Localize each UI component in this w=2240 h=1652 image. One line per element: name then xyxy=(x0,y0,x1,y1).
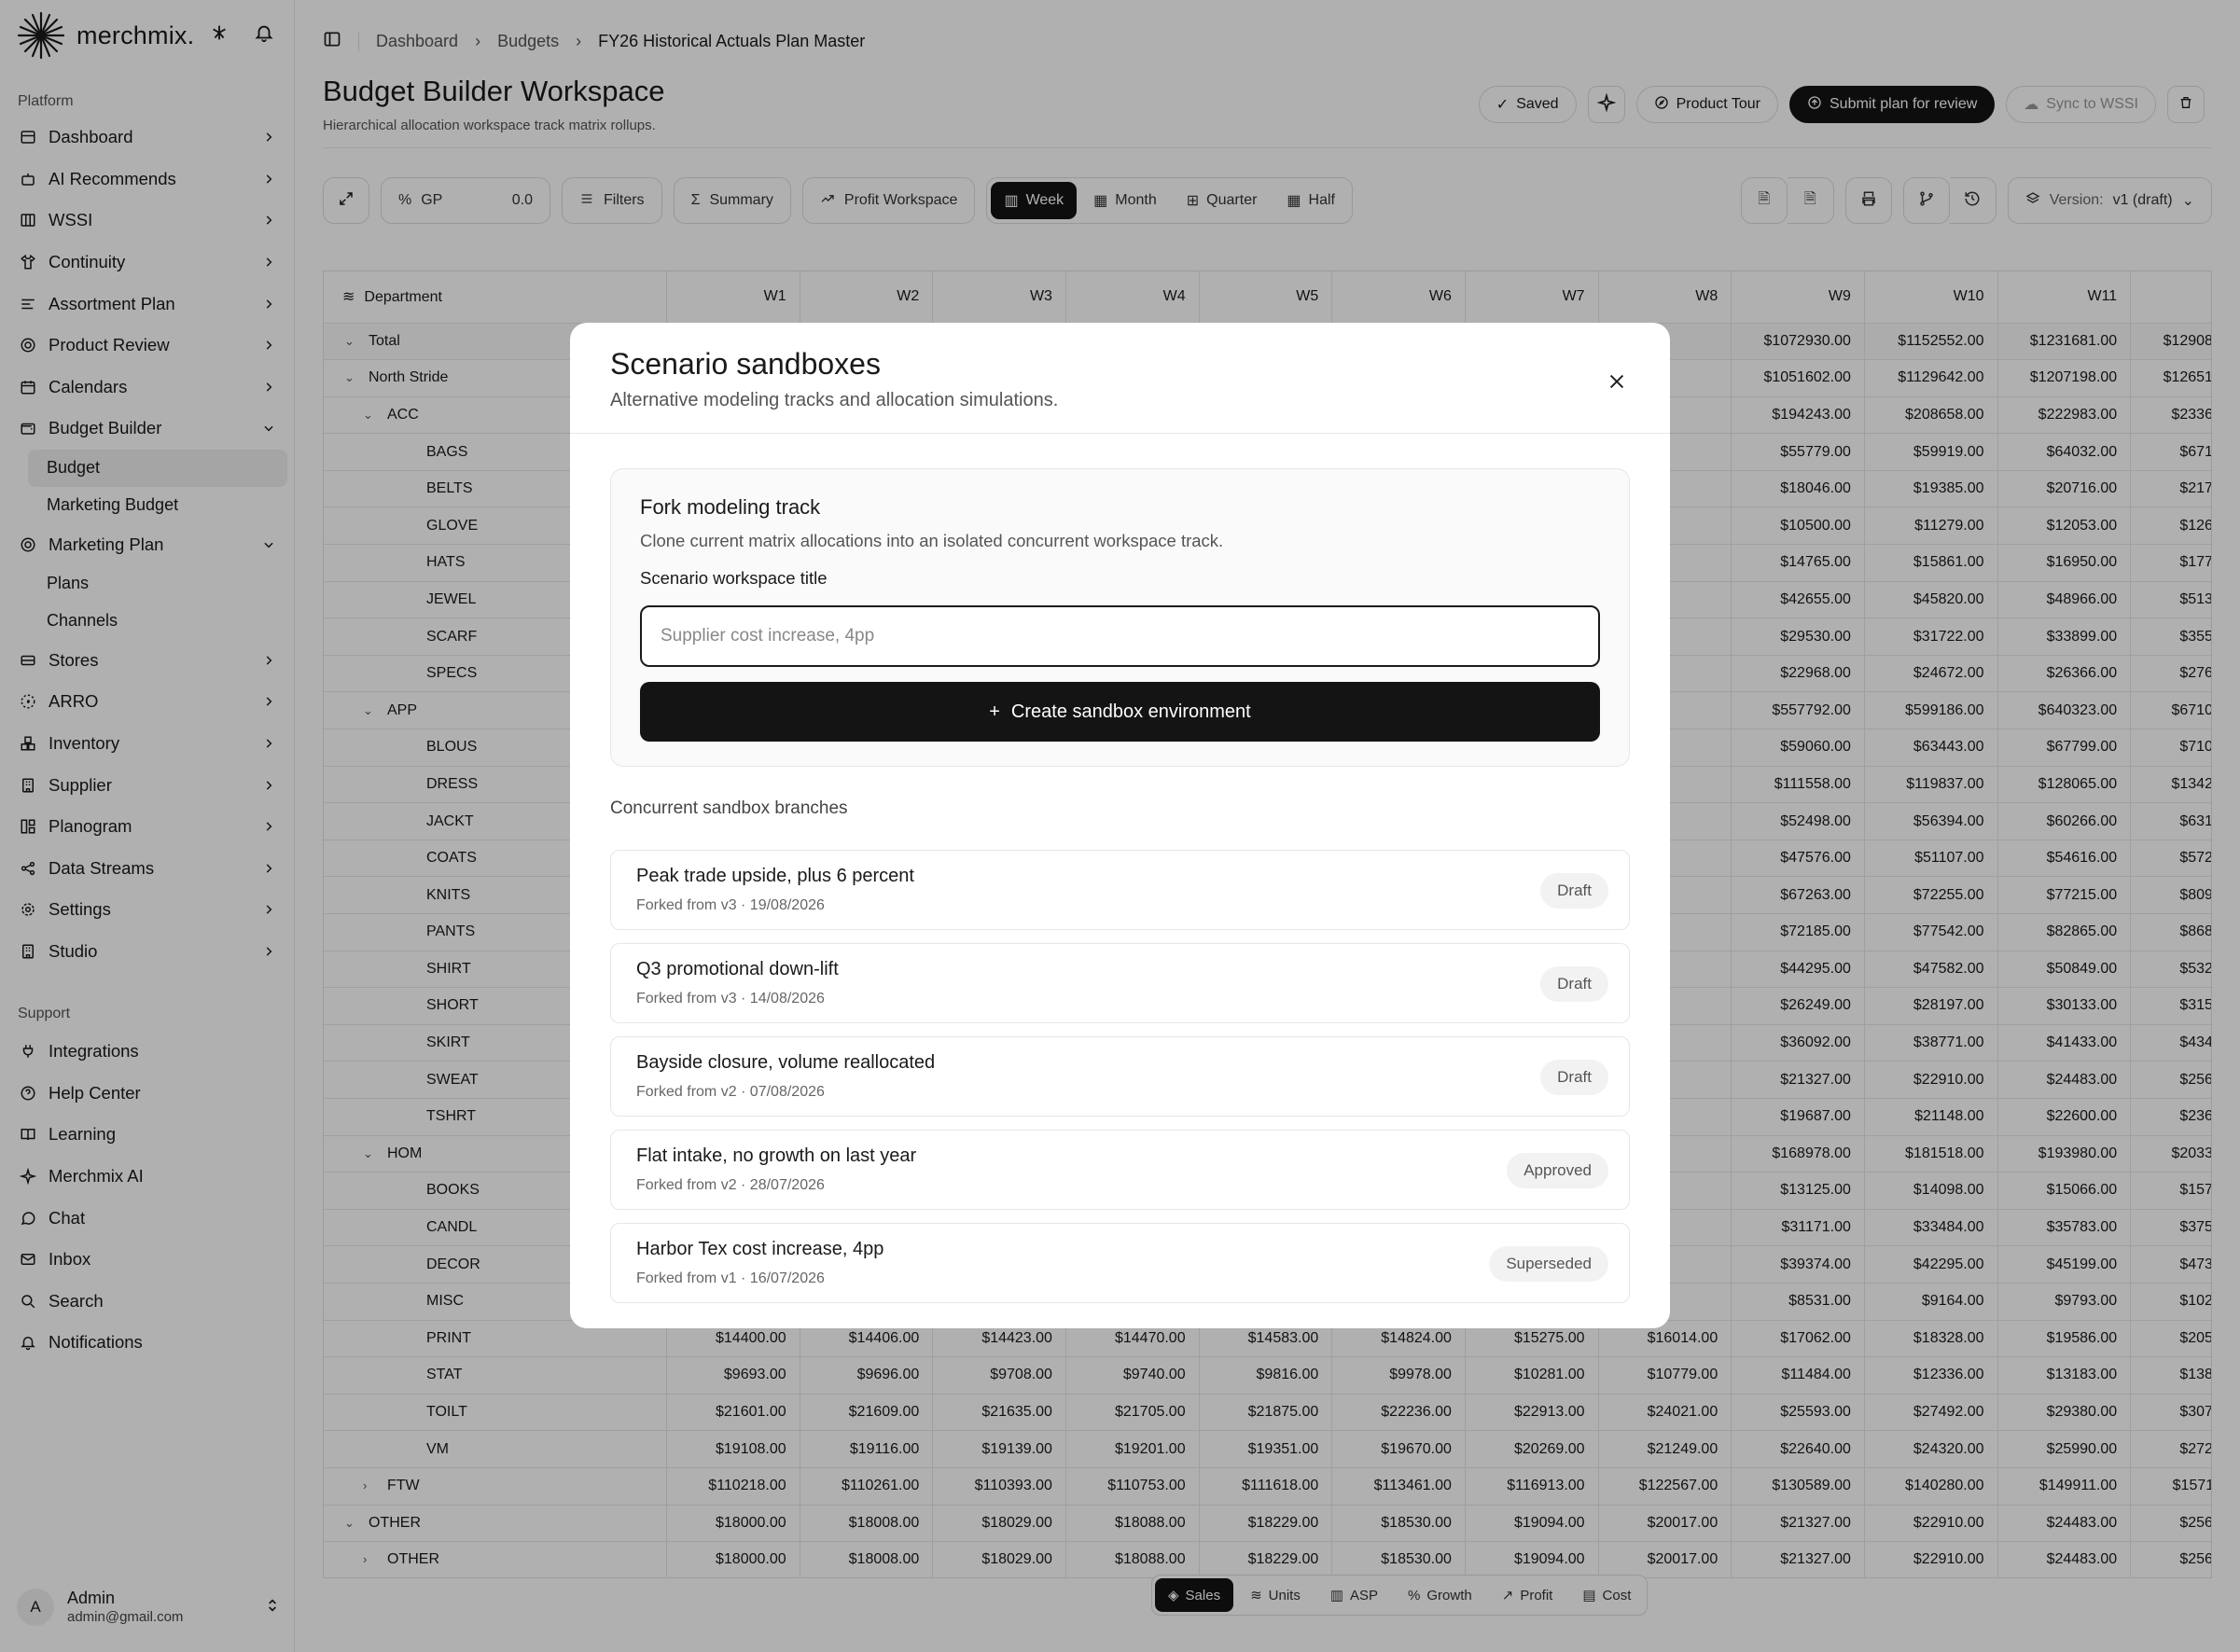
branch-item[interactable]: Peak trade upside, plus 6 percent Forked… xyxy=(610,850,1630,930)
create-sandbox-button[interactable]: + Create sandbox environment xyxy=(640,682,1600,742)
fork-card: Fork modeling track Clone current matrix… xyxy=(610,468,1630,767)
branch-meta: Forked from v2 · 07/08/2026 xyxy=(636,1084,825,1100)
branch-name: Flat intake, no growth on last year xyxy=(636,1145,917,1166)
modal-title: Scenario sandboxes xyxy=(610,347,881,381)
branch-name: Q3 promotional down-lift xyxy=(636,959,839,979)
branch-item[interactable]: Q3 promotional down-lift Forked from v3 … xyxy=(610,943,1630,1023)
close-icon[interactable] xyxy=(1603,368,1631,396)
status-badge: Draft xyxy=(1540,966,1608,1002)
branches-label: Concurrent sandbox branches xyxy=(610,798,848,818)
status-badge: Approved xyxy=(1507,1153,1608,1188)
branch-name: Harbor Tex cost increase, 4pp xyxy=(636,1239,884,1259)
branch-meta: Forked from v1 · 16/07/2026 xyxy=(636,1270,825,1286)
status-badge: Superseded xyxy=(1489,1246,1608,1282)
branch-meta: Forked from v3 · 19/08/2026 xyxy=(636,897,825,913)
branch-item[interactable]: Flat intake, no growth on last year Fork… xyxy=(610,1130,1630,1210)
status-badge: Draft xyxy=(1540,873,1608,909)
branch-meta: Forked from v3 · 14/08/2026 xyxy=(636,991,825,1006)
scenario-sandboxes-modal: Scenario sandboxes Alternative modeling … xyxy=(570,323,1670,1328)
scenario-title-label: Scenario workspace title xyxy=(640,568,828,588)
status-badge: Draft xyxy=(1540,1060,1608,1095)
branch-name: Bayside closure, volume reallocated xyxy=(636,1052,936,1073)
branch-meta: Forked from v2 · 28/07/2026 xyxy=(636,1177,825,1193)
branch-item[interactable]: Bayside closure, volume reallocated Fork… xyxy=(610,1036,1630,1117)
branch-name: Peak trade upside, plus 6 percent xyxy=(636,866,914,886)
branch-item[interactable]: Harbor Tex cost increase, 4pp Forked fro… xyxy=(610,1223,1630,1303)
fork-title: Fork modeling track xyxy=(640,495,821,519)
plus-icon: + xyxy=(989,701,1000,722)
modal-subtitle: Alternative modeling tracks and allocati… xyxy=(610,390,1059,410)
scenario-title-input[interactable] xyxy=(640,605,1600,667)
fork-subtitle: Clone current matrix allocations into an… xyxy=(640,531,1224,550)
